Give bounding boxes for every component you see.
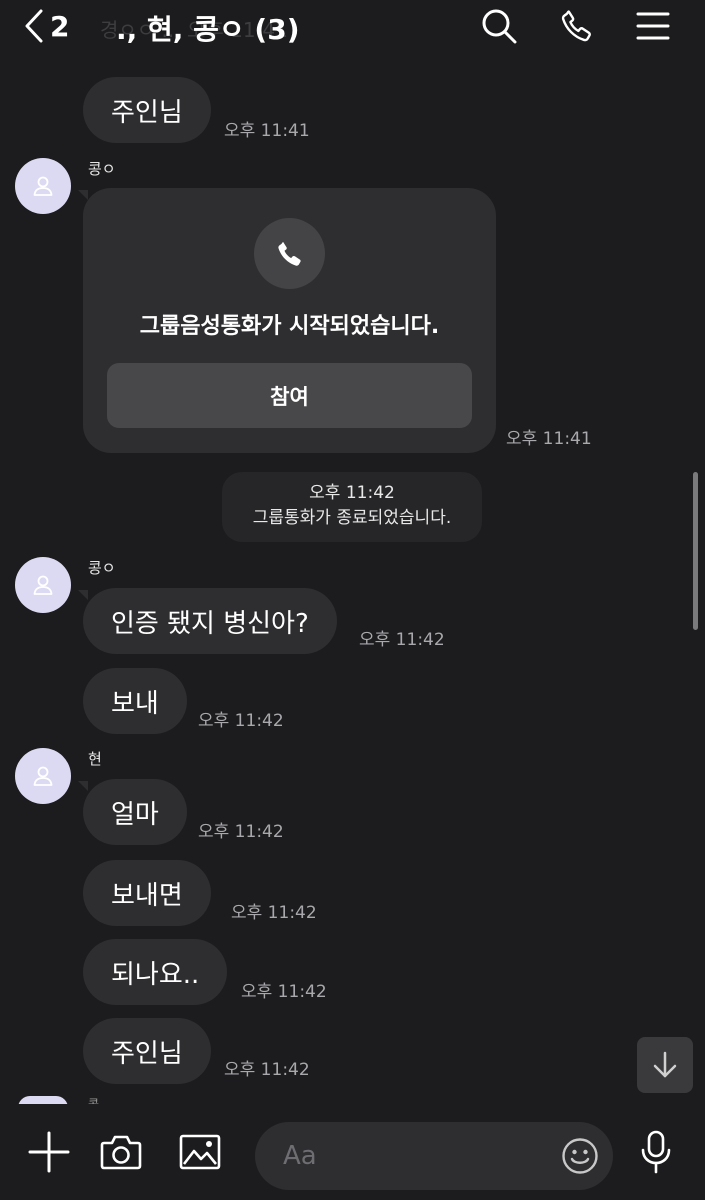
plus-icon [28,1131,70,1173]
emoji-icon [562,1138,598,1174]
message-time: 오후 11:42 [241,982,327,1002]
voice-button[interactable] [634,1130,678,1174]
message-bubble[interactable]: 주인님 [83,77,211,143]
unread-count: 2 [50,9,70,43]
sender-name: 현 [88,750,102,768]
phone-icon [277,241,301,266]
message-time: 오후 11:42 [359,630,445,650]
emoji-button[interactable] [560,1136,600,1176]
message-time: 오후 11:42 [231,903,317,923]
search-button[interactable] [477,4,521,48]
call-button[interactable] [555,4,599,48]
chevron-left-icon [25,9,43,43]
image-icon [179,1134,221,1170]
message-bubble[interactable]: 얼마 [83,779,187,845]
person-icon [33,575,53,595]
message-bubble[interactable]: 주인님 [83,1018,211,1084]
avatar[interactable] [15,158,71,214]
menu-button[interactable] [631,4,675,48]
group-call-card: 그룹음성통화가 시작되었습니다. 참여 [83,188,496,453]
microphone-icon [641,1130,671,1174]
scroll-to-bottom-button[interactable] [637,1037,693,1093]
message-bubble[interactable]: 보내면 [83,860,211,926]
add-button[interactable] [27,1130,71,1174]
message-time: 오후 11:41 [224,121,310,141]
sender-name: 콩ㅇ [88,160,116,178]
back-button[interactable]: 2 [24,6,69,46]
search-icon [482,9,517,44]
chat-header: 경ㅇㅇ ... 오후 11:41 2 ., 현, 콩ㅇ (3) [0,0,705,52]
message-time: 오후 11:42 [224,1060,310,1080]
person-icon [33,766,53,786]
avatar[interactable] [15,557,71,613]
call-icon-circle [254,218,325,289]
bubble-tail [78,590,88,600]
message-time: 오후 11:42 [198,711,284,731]
gallery-button[interactable] [178,1130,222,1174]
call-started-text: 그룹음성통화가 시작되었습니다. [139,314,440,339]
system-notice-time: 오후 11:42 [309,483,395,503]
message-bubble[interactable]: 보내 [83,668,187,734]
camera-button[interactable] [99,1130,143,1174]
message-bubble[interactable]: 인증 됐지 병신아? [83,588,337,654]
sender-name: 콩ㅇ [88,559,116,577]
arrow-down-icon [653,1051,677,1078]
message-bubble[interactable]: 되나요.. [83,939,228,1005]
bubble-tail [78,190,88,200]
phone-icon [561,10,591,42]
message-time: 오후 11:41 [506,429,592,449]
message-time: 오후 11:42 [198,822,284,842]
composer-bar [0,1104,705,1200]
message-input-box[interactable] [255,1122,613,1190]
system-notice: 오후 11:42 그룹통화가 종료되었습니다. [222,472,482,542]
bubble-tail [78,781,88,791]
avatar[interactable] [15,748,71,804]
scrollbar[interactable] [693,472,698,630]
camera-icon [100,1135,142,1170]
join-call-button[interactable]: 참여 [107,363,472,428]
menu-icon [636,12,670,40]
chat-title: ., 현, 콩ㅇ (3) [116,13,300,46]
system-notice-text: 그룹통화가 종료되었습니다. [252,508,452,528]
person-icon [33,176,53,196]
message-input[interactable] [283,1136,543,1176]
